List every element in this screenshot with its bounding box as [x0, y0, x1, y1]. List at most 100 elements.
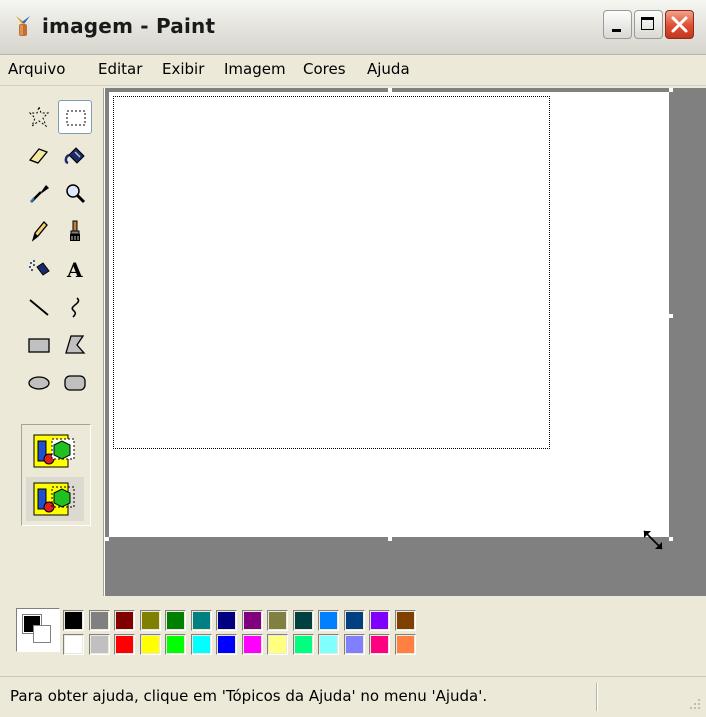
palette-swatch-color [294, 612, 312, 629]
line-tool[interactable] [22, 290, 56, 324]
rectangle-tool[interactable] [22, 328, 56, 362]
palette-swatch[interactable] [114, 634, 135, 655]
color-box [8, 600, 706, 666]
minimize-button[interactable] [603, 10, 632, 39]
canvas-resize-handle-top-right[interactable] [669, 88, 673, 92]
palette-swatch[interactable] [343, 610, 365, 631]
palette-swatch[interactable] [267, 610, 288, 631]
palette-swatch-color [218, 636, 235, 653]
palette-swatch-color [269, 636, 286, 653]
fill-icon [64, 147, 85, 165]
palette-swatch[interactable] [190, 610, 212, 631]
fill-tool[interactable] [58, 138, 92, 172]
palette-swatch[interactable] [394, 610, 416, 631]
palette-swatch[interactable] [88, 634, 110, 655]
palette-swatch[interactable] [139, 610, 161, 631]
palette-swatch-color [167, 636, 184, 653]
minimize-icon [612, 29, 621, 32]
palette-swatch-color [116, 612, 133, 629]
palette-swatch[interactable] [394, 634, 416, 655]
rounded-rectangle-tool[interactable] [58, 366, 92, 400]
paint-app-icon [16, 16, 30, 36]
selection-rectangle[interactable] [113, 96, 550, 449]
palette-swatch[interactable] [63, 634, 84, 655]
menu-exibir[interactable]: Exibir [162, 60, 204, 78]
palette-swatch[interactable] [216, 610, 237, 631]
palette-swatch-color [167, 612, 184, 629]
current-colors [16, 608, 60, 652]
window-title: imagem - Paint [42, 14, 216, 38]
palette-swatch[interactable] [190, 634, 212, 655]
select-icon [66, 110, 86, 126]
palette-swatch[interactable] [241, 610, 263, 631]
palette-swatch[interactable] [318, 610, 339, 631]
canvas-resize-handle-right[interactable] [669, 314, 673, 318]
palette-swatch-color [192, 636, 210, 653]
opaque-selection-option[interactable] [26, 429, 84, 473]
brush-tool[interactable] [58, 214, 92, 248]
magnifier-tool[interactable] [58, 176, 92, 210]
palette-swatch[interactable] [369, 610, 390, 631]
palette-swatch[interactable] [139, 634, 161, 655]
polygon-tool[interactable] [58, 328, 92, 362]
paint-window: imagem - Paint Arquivo Editar Exibir Ima… [0, 0, 706, 717]
menu-cores[interactable]: Cores [303, 60, 346, 78]
palette-swatch[interactable] [88, 610, 110, 631]
brush-icon [70, 220, 80, 241]
palette-swatch-color [218, 612, 235, 629]
palette-swatch[interactable] [63, 610, 84, 631]
menu-editar[interactable]: Editar [98, 60, 142, 78]
text-tool[interactable]: A [58, 252, 92, 286]
palette-swatch[interactable] [343, 634, 365, 655]
pencil-tool[interactable] [22, 214, 56, 248]
canvas-resize-handle-bottom[interactable] [388, 537, 392, 541]
resize-grip-icon[interactable] [686, 695, 702, 711]
pick-color-icon [30, 185, 49, 203]
airbrush-tool[interactable] [22, 252, 56, 286]
palette-swatch[interactable] [369, 634, 390, 655]
palette-swatch-color [396, 636, 414, 653]
menu-imagem[interactable]: Imagem [224, 60, 286, 78]
menu-arquivo[interactable]: Arquivo [8, 60, 65, 78]
free-form-select-tool[interactable] [22, 100, 56, 134]
palette-swatch[interactable] [216, 634, 237, 655]
canvas-resize-handle-bottom-left[interactable] [105, 537, 109, 541]
palette-swatch-color [192, 612, 210, 629]
palette-swatch[interactable] [292, 634, 314, 655]
palette-swatch-color [320, 636, 337, 653]
palette-swatch[interactable] [267, 634, 288, 655]
menu-ajuda[interactable]: Ajuda [367, 60, 410, 78]
palette-swatch-color [371, 612, 388, 629]
palette-swatch[interactable] [165, 610, 186, 631]
polygon-icon [65, 335, 86, 354]
tool-options-box [21, 424, 91, 526]
curve-icon [71, 297, 80, 318]
canvas-resize-handle-top[interactable] [388, 88, 392, 92]
palette-swatch-color [396, 612, 414, 629]
transparent-selection-option[interactable] [26, 477, 84, 521]
ellipse-icon [28, 376, 50, 390]
ellipse-tool[interactable] [22, 366, 56, 400]
palette-swatch[interactable] [318, 634, 339, 655]
palette-swatch[interactable] [165, 634, 186, 655]
title-bar[interactable]: imagem - Paint [0, 0, 706, 55]
palette-swatch-color [371, 636, 388, 653]
curve-tool[interactable] [58, 290, 92, 324]
drawing-canvas[interactable] [109, 92, 669, 550]
opaque-selection-icon [33, 434, 75, 468]
palette-swatch[interactable] [292, 610, 314, 631]
pick-color-tool[interactable] [22, 176, 56, 210]
select-tool[interactable] [58, 100, 92, 134]
close-button[interactable] [665, 10, 694, 39]
text-icon: A [66, 258, 83, 281]
palette-swatch[interactable] [241, 634, 263, 655]
eraser-tool[interactable] [22, 138, 56, 172]
palette-swatch-color [65, 636, 82, 653]
tool-box: A [8, 88, 105, 596]
free-form-select-icon [28, 105, 50, 128]
canvas-resize-handle-bottom-right[interactable] [669, 537, 673, 541]
palette-swatch-color [116, 636, 133, 653]
maximize-button[interactable] [634, 10, 663, 39]
palette-swatch[interactable] [114, 610, 135, 631]
palette-swatch-color [269, 612, 286, 629]
